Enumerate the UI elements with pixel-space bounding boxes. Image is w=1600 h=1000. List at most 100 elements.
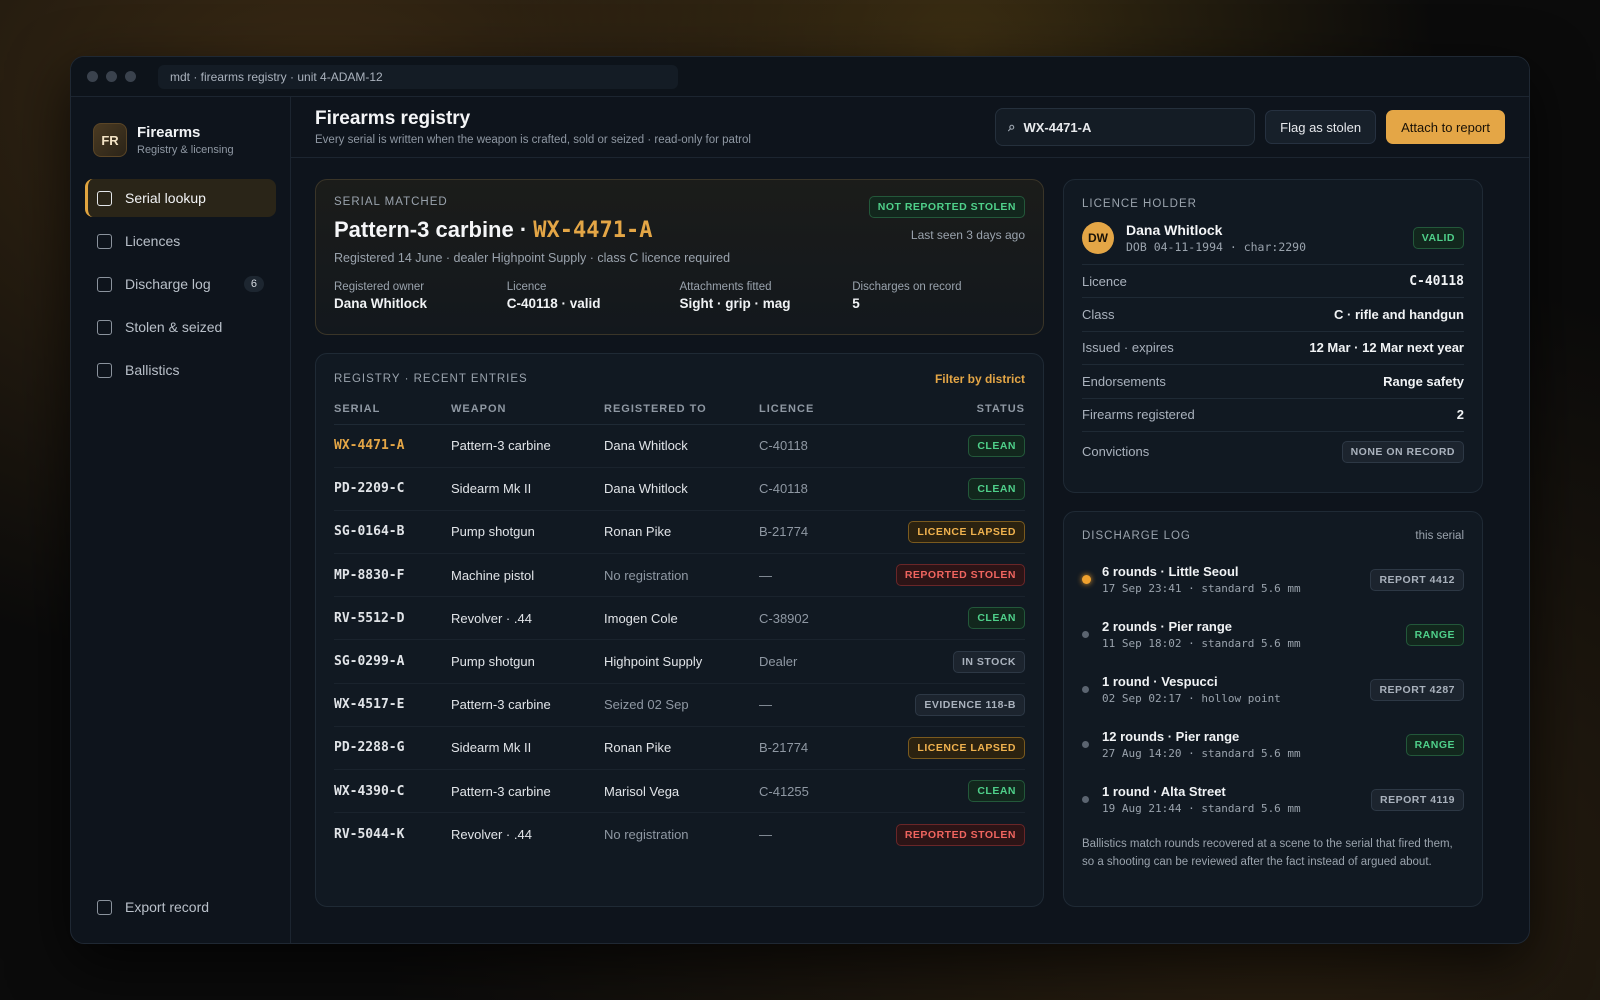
discharge-title-text: 2 rounds · Pier range (1102, 619, 1233, 634)
sidebar-item-ballistics[interactable]: Ballistics (85, 351, 276, 389)
fact-value: C-40118 · valid (506, 296, 601, 311)
close-dot-icon[interactable] (87, 71, 98, 82)
licence-holder-card: Licence holder DW Dana Whitlock DOB 04-1… (1063, 179, 1483, 493)
fact-label: Attachments fitted (679, 281, 772, 293)
discharge-title-text: 12 rounds · Pier range (1102, 729, 1240, 744)
discharge-tag[interactable]: Range (1405, 623, 1464, 646)
status-cell: In stock (879, 639, 1025, 684)
discharge-text: 6 rounds · Little Seoul 17 Sep 23:41 · st… (1102, 564, 1301, 595)
discharge-tag[interactable]: Report 4119 (1371, 788, 1464, 811)
holder-field-row: Licence C-40118 (1082, 265, 1464, 299)
maximize-dot-icon[interactable] (125, 71, 136, 82)
licence-cell: B-21774 (759, 510, 879, 555)
brand-subtitle: Registry & licensing (137, 144, 234, 156)
status-cell: Evidence 118-B (879, 683, 1025, 727)
checkbox-icon (97, 190, 112, 206)
sidebar-nav: Serial lookup Licences Discharge log 6 Stole… (85, 179, 276, 389)
table-row[interactable]: SG-0299-A Pump shotgun Highpoint Supply Dea… (334, 639, 1025, 684)
page-subtitle: Every serial is written when the weapon … (315, 134, 751, 146)
table-row[interactable]: WX-4390-C Pattern-3 carbine Marisol Vega C-… (334, 769, 1025, 814)
export-record-button[interactable]: Export record (97, 899, 209, 915)
table-row[interactable]: WX-4517-E Pattern-3 carbine Seized 02 Sep —… (334, 683, 1025, 727)
owner-cell: Seized 02 Sep (604, 683, 759, 727)
filter-district-link[interactable]: Filter by district (935, 372, 1025, 386)
status-cell: Licence lapsed (879, 726, 1025, 771)
discharge-tag[interactable]: Range (1405, 733, 1464, 756)
licence-cell: C-40118 (759, 424, 879, 468)
field-label: Licence (1082, 273, 1127, 289)
address-bar[interactable]: mdt · firearms registry · unit 4-ADAM-12 (158, 64, 678, 89)
sidebar-item-stolen-seized[interactable]: Stolen & seized (85, 308, 276, 346)
app-window: mdt · firearms registry · unit 4-ADAM-12… (70, 56, 1530, 944)
serial-cell: WX-4471-A (334, 424, 451, 468)
window-controls (87, 71, 136, 82)
owner-cell: No registration (604, 827, 689, 843)
status-badge: Clean (968, 780, 1025, 803)
match-fact: Discharges on record 5 (852, 281, 1025, 311)
table-row[interactable]: RV-5512-D Revolver · .44 Imogen Cole C-3890… (334, 596, 1025, 641)
weapon-cell: Pump shotgun (451, 639, 604, 684)
serial-cell: PD-2288-G (334, 726, 451, 771)
table-row[interactable]: PD-2209-C Sidearm Mk II Dana Whitlock C-401… (334, 467, 1025, 511)
status-cell: Clean (879, 424, 1025, 468)
discharge-log-card: Discharge log this serial 6 rounds · Lit… (1063, 511, 1483, 907)
licence-cell: — (759, 683, 879, 727)
sidebar-item-licences[interactable]: Licences (85, 222, 276, 260)
table-row[interactable]: WX-4471-A Pattern-3 carbine Dana Whitlock C… (334, 424, 1025, 468)
discharge-text: 12 rounds · Pier range 27 Aug 14:20 · sta… (1102, 729, 1301, 760)
licence-cell: B-21774 (759, 726, 879, 771)
table-row[interactable]: RV-5044-K Revolver · .44 No registration — R… (334, 813, 1025, 856)
table-row[interactable]: PD-2288-G Sidearm Mk II Ronan Pike B-21774 L… (334, 726, 1025, 771)
serial-cell: SG-0299-A (334, 639, 451, 684)
discharge-entry[interactable]: 6 rounds · Little Seoul 17 Sep 23:41 · st… (1082, 552, 1464, 607)
registry-header-row: Serial Weapon Registered to Licence Status (334, 394, 1025, 425)
discharge-tag[interactable]: Report 4412 (1370, 568, 1464, 591)
weapon-cell: Pattern-3 carbine (451, 769, 604, 814)
discharge-entry[interactable]: 12 rounds · Pier range 27 Aug 14:20 · sta… (1082, 717, 1464, 772)
titlebar: mdt · firearms registry · unit 4-ADAM-12 (71, 57, 1529, 97)
column-header: Status (879, 394, 1025, 425)
status-badge: Reported stolen (895, 564, 1025, 587)
holder-field-row: Issued · expires 12 Mar · 12 Mar next yea… (1082, 332, 1464, 366)
page-header: Firearms registry Every serial is writte… (291, 97, 1529, 158)
match-weapon: Pattern-3 carbine · (334, 217, 528, 242)
registry-card: Registry · recent entries Filter by dist… (315, 353, 1044, 907)
owner-cell: No registration (604, 553, 759, 598)
table-row[interactable]: MP-8830-F Machine pistol No registration — R… (334, 553, 1025, 598)
status-dot-icon (1082, 796, 1089, 803)
holder-field-row: Endorsements Range safety (1082, 365, 1464, 399)
discharge-scope-note: this serial (1415, 530, 1464, 542)
match-fact: Licence C-40118 · valid (507, 281, 680, 311)
attach-report-button[interactable]: Attach to report (1386, 110, 1505, 144)
discharge-entry[interactable]: 1 round · Vespucci 02 Sep 02:17 · hollow … (1082, 662, 1464, 717)
field-value: 12 Mar · 12 Mar next year (1309, 340, 1464, 356)
sidebar-item-label: Serial lookup (125, 190, 206, 206)
stolen-status-badge: Not reported stolen (868, 196, 1025, 218)
match-facts: Registered owner Dana Whitlock Licence C-40… (334, 281, 1025, 311)
sidebar-item-serial-lookup[interactable]: Serial lookup (85, 179, 276, 217)
owner-cell: Ronan Pike (604, 726, 759, 771)
serial-search-input[interactable]: ⌕ WX-4471-A (995, 108, 1256, 146)
checkbox-icon (97, 276, 112, 292)
owner-cell: Dana Whitlock (604, 467, 759, 511)
match-fact: Registered owner Dana Whitlock (334, 281, 507, 311)
status-dot-icon (1082, 741, 1089, 748)
sidebar-item-label: Ballistics (125, 362, 180, 378)
sidebar: FR Firearms Registry & licensing Serial … (71, 97, 291, 943)
discharge-entry[interactable]: 1 round · Alta Street 19 Aug 21:44 · stan… (1082, 772, 1464, 827)
flag-stolen-button[interactable]: Flag as stolen (1265, 110, 1377, 144)
weapon-cell: Pattern-3 carbine (451, 424, 604, 468)
discharge-entry[interactable]: 2 rounds · Pier range 11 Sep 18:02 · stan… (1082, 607, 1464, 662)
weapon-cell: Sidearm Mk II (451, 726, 604, 771)
fact-value: Sight · grip · mag (679, 296, 791, 311)
serial-cell: WX-4390-C (334, 769, 451, 814)
status-cell: Reported stolen (879, 553, 1025, 598)
discharge-tag[interactable]: Report 4287 (1370, 678, 1464, 701)
minimize-dot-icon[interactable] (106, 71, 117, 82)
discharge-title-text: 6 rounds · Little Seoul (1102, 564, 1239, 579)
table-row[interactable]: SG-0164-B Pump shotgun Ronan Pike B-21774 Li… (334, 510, 1025, 555)
weapon-cell: Revolver · .44 (451, 596, 604, 641)
discharge-title-text: 1 round · Alta Street (1102, 784, 1226, 799)
holder-person: DW Dana Whitlock DOB 04-11-1994 · char:2… (1082, 222, 1464, 265)
sidebar-item-discharge-log[interactable]: Discharge log 6 (85, 265, 276, 303)
